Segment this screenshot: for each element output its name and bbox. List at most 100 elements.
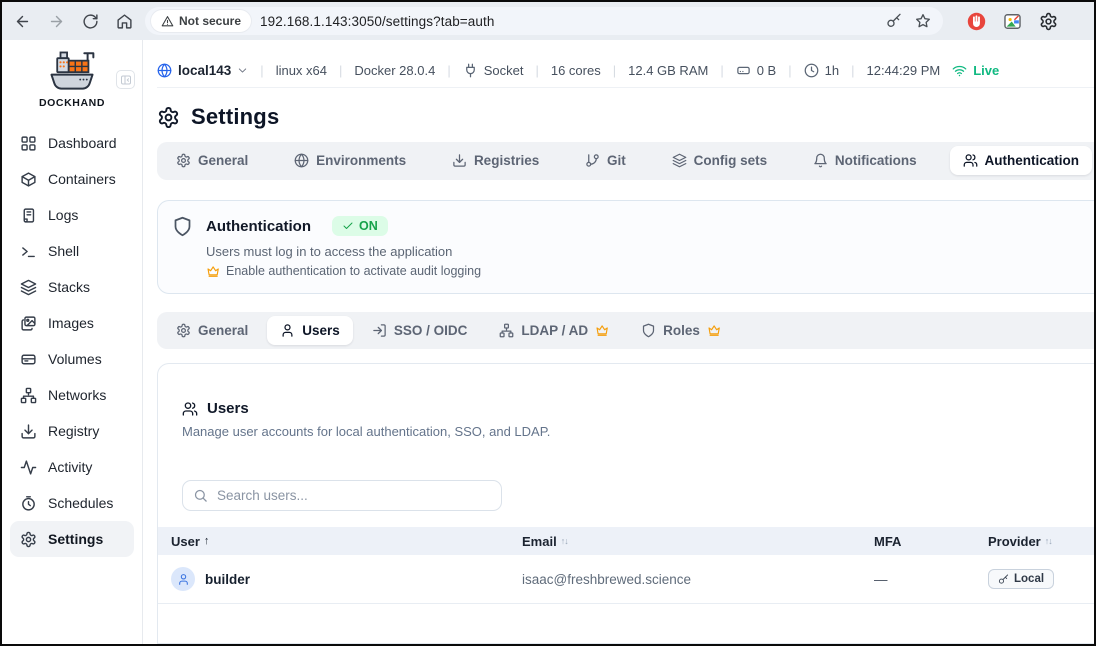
host-globe-icon bbox=[157, 63, 172, 78]
download-icon bbox=[452, 153, 467, 168]
sidebar-item-networks[interactable]: Networks bbox=[2, 377, 142, 413]
container-box-icon bbox=[20, 171, 37, 188]
address-bar[interactable]: Not secure 192.168.1.143:3050/settings?t… bbox=[145, 7, 943, 35]
tab-environments[interactable]: Environments bbox=[281, 146, 419, 175]
sidebar-item-registry[interactable]: Registry bbox=[2, 413, 142, 449]
search-users-input[interactable] bbox=[182, 480, 502, 511]
home-icon[interactable] bbox=[116, 13, 133, 30]
gear-icon bbox=[176, 153, 191, 168]
tab-notifications[interactable]: Notifications bbox=[800, 146, 930, 175]
sidebar-item-activity[interactable]: Activity bbox=[2, 449, 142, 485]
crown-icon bbox=[707, 323, 721, 337]
tab-label: General bbox=[198, 153, 248, 168]
sidebar-item-settings[interactable]: Settings bbox=[10, 521, 134, 557]
browser-window: Not secure 192.168.1.143:3050/settings?t… bbox=[0, 0, 1096, 646]
registry-download-icon bbox=[20, 423, 37, 440]
cell-email: isaac@freshbrewed.science bbox=[522, 572, 874, 587]
sort-icon: ↑↓ bbox=[1045, 536, 1052, 546]
sidebar-item-stacks[interactable]: Stacks bbox=[2, 269, 142, 305]
provider-label: Local bbox=[1014, 573, 1044, 585]
docker-version: Docker 28.0.4 bbox=[354, 63, 435, 78]
logs-scroll-icon bbox=[20, 207, 37, 224]
sidebar-item-label: Networks bbox=[48, 387, 106, 403]
subtab-label: Roles bbox=[663, 323, 700, 338]
settings-tabbar: General Environments Registries Git Config s… bbox=[157, 142, 1094, 180]
sidebar-item-containers[interactable]: Containers bbox=[2, 161, 142, 197]
sidebar-item-label: Logs bbox=[48, 207, 78, 223]
users-card: Users Manage user accounts for local aut… bbox=[157, 363, 1094, 644]
column-header-email[interactable]: Email↑↓ bbox=[522, 534, 874, 549]
subtab-users[interactable]: Users bbox=[267, 316, 353, 345]
git-branch-icon bbox=[585, 153, 600, 168]
subtab-label: LDAP / AD bbox=[521, 323, 588, 338]
sidebar-item-schedules[interactable]: Schedules bbox=[2, 485, 142, 521]
sso-login-icon bbox=[372, 323, 387, 338]
networks-icon bbox=[20, 387, 37, 404]
gear-icon bbox=[176, 323, 191, 338]
host-selector[interactable]: local143 bbox=[157, 63, 248, 78]
tab-general[interactable]: General bbox=[163, 146, 261, 175]
users-table: User↑Email↑↓MFAProvider↑↓ builderisaac@f… bbox=[158, 527, 1094, 604]
url-text[interactable]: 192.168.1.143:3050/settings?tab=auth bbox=[260, 14, 494, 29]
sidebar-nav: DashboardContainers Logs Shell Stacks Images… bbox=[2, 125, 142, 557]
images-icon bbox=[20, 315, 37, 332]
socket-plug-icon bbox=[463, 63, 478, 78]
column-label: User bbox=[171, 534, 200, 549]
cell-user: builder bbox=[171, 567, 522, 591]
shell-terminal-icon bbox=[20, 243, 37, 260]
subtab-label: General bbox=[198, 323, 248, 338]
password-manager-icon[interactable] bbox=[886, 13, 902, 29]
column-header-user[interactable]: User↑ bbox=[171, 534, 522, 549]
blocker-extension-icon[interactable] bbox=[967, 12, 986, 31]
reload-icon[interactable] bbox=[82, 13, 99, 30]
uptime-clock-icon bbox=[804, 63, 819, 78]
check-icon bbox=[342, 220, 354, 232]
provider-badge[interactable]: Local bbox=[988, 569, 1054, 589]
bookmark-star-icon[interactable] bbox=[915, 13, 931, 29]
subtab-label: SSO / OIDC bbox=[394, 323, 468, 338]
users-section-subtitle: Manage user accounts for local authentic… bbox=[182, 424, 1094, 439]
cell-mfa: — bbox=[874, 572, 988, 587]
back-icon[interactable] bbox=[14, 13, 31, 30]
subtab-general[interactable]: General bbox=[163, 316, 261, 345]
sidebar-item-label: Shell bbox=[48, 243, 79, 259]
image-extension-icon[interactable] bbox=[1003, 12, 1022, 31]
tab-config-sets[interactable]: Config sets bbox=[659, 146, 781, 175]
tab-registries[interactable]: Registries bbox=[439, 146, 552, 175]
sidebar-item-shell[interactable]: Shell bbox=[2, 233, 142, 269]
auth-description: Users must log in to access the applicat… bbox=[206, 244, 1078, 259]
page-title: Settings bbox=[191, 104, 279, 130]
sidebar-collapse-button[interactable] bbox=[116, 70, 135, 89]
stacks-layers-icon bbox=[20, 279, 37, 296]
forward-icon[interactable] bbox=[48, 13, 65, 30]
chevron-down-icon bbox=[237, 65, 248, 76]
auth-card-title: Authentication bbox=[206, 218, 311, 235]
uptime: 1h bbox=[825, 63, 839, 78]
ram-total: 12.4 GB RAM bbox=[628, 63, 708, 78]
disk-usage: 0 B bbox=[757, 63, 777, 78]
main-content: local143 | linux x64 | Docker 28.0.4 | S… bbox=[143, 40, 1094, 644]
panel-collapse-icon bbox=[120, 74, 132, 86]
host-status-bar: local143 | linux x64 | Docker 28.0.4 | S… bbox=[157, 58, 1094, 88]
sidebar-item-images[interactable]: Images bbox=[2, 305, 142, 341]
subtab-ldap-ad[interactable]: LDAP / AD bbox=[486, 316, 622, 345]
live-status: Live bbox=[973, 63, 999, 78]
tab-git[interactable]: Git bbox=[572, 146, 639, 175]
users-icon bbox=[963, 153, 978, 168]
sidebar-item-label: Images bbox=[48, 315, 94, 331]
security-chip[interactable]: Not secure bbox=[151, 10, 251, 32]
sidebar-item-label: Registry bbox=[48, 423, 99, 439]
shield-icon bbox=[641, 323, 656, 338]
sidebar-item-label: Schedules bbox=[48, 495, 113, 511]
user-table-row[interactable]: builderisaac@freshbrewed.science— Local bbox=[158, 555, 1094, 604]
subtab-sso-oidc[interactable]: SSO / OIDC bbox=[359, 316, 481, 345]
sidebar-item-volumes[interactable]: Volumes bbox=[2, 341, 142, 377]
subtab-roles[interactable]: Roles bbox=[628, 316, 734, 345]
sidebar-item-dashboard[interactable]: Dashboard bbox=[2, 125, 142, 161]
tab-authentication[interactable]: Authentication bbox=[950, 146, 1093, 175]
browser-settings-icon[interactable] bbox=[1039, 12, 1058, 31]
browser-toolbar: Not secure 192.168.1.143:3050/settings?t… bbox=[2, 2, 1094, 40]
sidebar-item-logs[interactable]: Logs bbox=[2, 197, 142, 233]
column-header-provider[interactable]: Provider↑↓ bbox=[988, 534, 1081, 549]
app-logo-text: DOCKHAND bbox=[39, 97, 105, 109]
